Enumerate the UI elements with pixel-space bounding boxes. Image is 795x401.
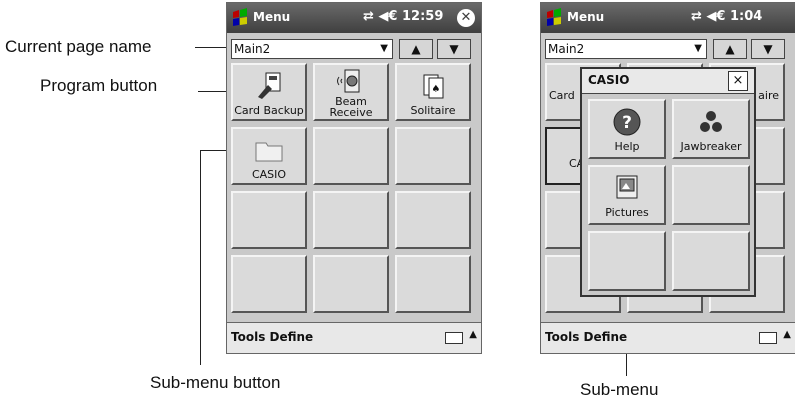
title-bar: Menu ⇄ ◀€ 1:04 bbox=[541, 3, 795, 33]
keyboard-icon[interactable] bbox=[445, 332, 463, 344]
status-area[interactable]: ⇄ ◀€ 1:04 bbox=[691, 9, 762, 24]
submenu-empty-tile[interactable] bbox=[672, 165, 750, 225]
down-arrow-icon: ▼ bbox=[763, 42, 773, 56]
right-device-screen: Menu ⇄ ◀€ 1:04 Main2 ▼ ▲ ▼ Card aire CA … bbox=[540, 2, 795, 354]
empty-tile[interactable] bbox=[395, 191, 471, 249]
submenu-title: CASIO bbox=[588, 73, 630, 87]
submenu-item-help[interactable]: ? Help bbox=[588, 99, 666, 159]
pictures-icon bbox=[616, 175, 638, 199]
empty-tile[interactable] bbox=[313, 191, 389, 249]
page-name-value: Main2 bbox=[548, 42, 585, 56]
program-button-solitaire[interactable]: ♠ Solitaire bbox=[395, 63, 471, 121]
program-button-card-backup[interactable]: Card Backup bbox=[231, 63, 307, 121]
submenu-title-bar: CASIO × bbox=[582, 69, 754, 94]
page-name-value: Main2 bbox=[234, 42, 271, 56]
submenu-item-pictures[interactable]: Pictures bbox=[588, 165, 666, 225]
tile-label: aire bbox=[758, 89, 779, 102]
windows-flag-icon[interactable] bbox=[545, 8, 563, 28]
empty-tile[interactable] bbox=[395, 127, 471, 185]
left-device-screen: Menu ⇄ ◀€ 12:59 ✕ Main2 ▼ ▲ ▼ Card Backu… bbox=[226, 2, 482, 354]
callout-program-button: Program button bbox=[40, 76, 158, 95]
leader-current-page-name bbox=[195, 47, 230, 48]
empty-tile[interactable] bbox=[313, 255, 389, 313]
page-up-button[interactable]: ▲ bbox=[713, 39, 747, 59]
submenu-button-casio[interactable]: CASIO bbox=[231, 127, 307, 185]
callout-submenu: Sub-menu bbox=[580, 380, 659, 399]
empty-tile[interactable] bbox=[395, 255, 471, 313]
command-bar-menu[interactable]: Tools Define bbox=[545, 330, 627, 344]
folder-icon bbox=[255, 142, 283, 162]
leader-submenu-button-v bbox=[200, 150, 201, 365]
dropdown-arrow-icon: ▼ bbox=[380, 43, 388, 54]
empty-tile[interactable] bbox=[313, 127, 389, 185]
window-title: Menu bbox=[567, 10, 605, 24]
down-arrow-icon: ▼ bbox=[449, 42, 459, 56]
jawbreaker-icon bbox=[700, 111, 722, 132]
empty-tile[interactable] bbox=[231, 255, 307, 313]
command-bar: Tools Define ▲ bbox=[541, 322, 795, 353]
page-up-button[interactable]: ▲ bbox=[399, 39, 433, 59]
up-arrow-icon[interactable]: ▲ bbox=[469, 329, 477, 340]
submenu-item-label: Help bbox=[614, 140, 640, 153]
submenu-item-label: Jawbreaker bbox=[680, 140, 742, 153]
command-bar-menu[interactable]: Tools Define bbox=[231, 330, 313, 344]
svg-text:♠: ♠ bbox=[432, 84, 441, 95]
empty-tile[interactable] bbox=[231, 191, 307, 249]
submenu-empty-tile[interactable] bbox=[672, 231, 750, 291]
tile-label: CASIO bbox=[251, 168, 287, 181]
up-arrow-icon: ▲ bbox=[725, 42, 735, 56]
page-down-button[interactable]: ▼ bbox=[437, 39, 471, 59]
svg-text:?: ? bbox=[622, 113, 632, 133]
up-arrow-icon: ▲ bbox=[411, 42, 421, 56]
status-area[interactable]: ⇄ ◀€ 12:59 bbox=[363, 9, 443, 24]
command-bar: Tools Define ▲ bbox=[227, 322, 481, 353]
leader-submenu-button-h bbox=[200, 150, 228, 151]
card-backup-icon bbox=[258, 72, 281, 99]
submenu-popup: CASIO × ? Help Jawbreaker Pictures bbox=[580, 67, 756, 297]
help-icon: ? bbox=[613, 108, 641, 136]
submenu-item-jawbreaker[interactable]: Jawbreaker bbox=[672, 99, 750, 159]
program-button-beam-receive[interactable]: Beam Receive bbox=[313, 63, 389, 121]
solitaire-icon: ♠ bbox=[423, 74, 444, 99]
page-name-select[interactable]: Main2 ▼ bbox=[545, 39, 707, 59]
close-icon[interactable]: × bbox=[728, 71, 748, 91]
tile-label: Card Backup bbox=[234, 104, 304, 117]
up-arrow-icon[interactable]: ▲ bbox=[783, 329, 791, 340]
submenu-item-label: Pictures bbox=[605, 206, 649, 219]
tile-label: Beam Receive bbox=[329, 95, 373, 119]
close-icon[interactable]: ✕ bbox=[457, 9, 475, 27]
tile-label: Solitaire bbox=[410, 104, 456, 117]
beam-icon bbox=[337, 69, 360, 93]
page-name-select[interactable]: Main2 ▼ bbox=[231, 39, 393, 59]
title-bar: Menu ⇄ ◀€ 12:59 ✕ bbox=[227, 3, 481, 33]
submenu-empty-tile[interactable] bbox=[588, 231, 666, 291]
callout-submenu-button: Sub-menu button bbox=[150, 373, 281, 392]
window-title: Menu bbox=[253, 10, 291, 24]
callout-current-page-name: Current page name bbox=[5, 37, 152, 56]
windows-flag-icon[interactable] bbox=[231, 8, 249, 28]
page-down-button[interactable]: ▼ bbox=[751, 39, 785, 59]
dropdown-arrow-icon: ▼ bbox=[694, 43, 702, 54]
keyboard-icon[interactable] bbox=[759, 332, 777, 344]
